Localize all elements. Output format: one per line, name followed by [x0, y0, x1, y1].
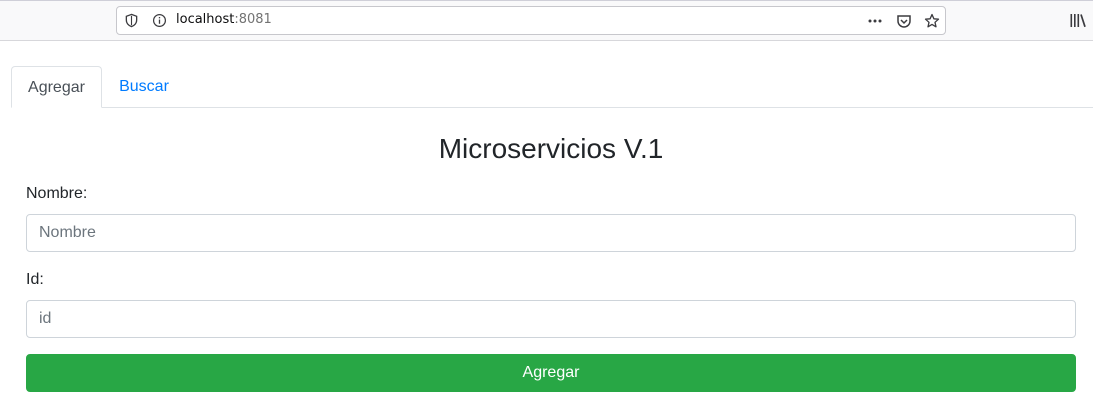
window-edge	[0, 0, 1093, 1]
address-bar[interactable]: localhost:8081	[116, 6, 946, 35]
page-title: Microservicios V.1	[438, 133, 664, 164]
browser-toolbar: localhost:8081	[0, 0, 1093, 41]
tab-buscar[interactable]: Buscar	[102, 66, 186, 108]
library-icon[interactable]	[1069, 12, 1087, 30]
pocket-icon[interactable]	[896, 13, 912, 29]
id-label: Id:	[26, 271, 44, 288]
tab-agregar[interactable]: Agregar	[11, 66, 102, 108]
name-label: Nombre:	[26, 185, 88, 202]
name-input[interactable]	[26, 214, 1076, 252]
url-host: localhost	[176, 12, 235, 27]
agregar-button[interactable]: Agregar	[26, 354, 1076, 392]
shield-icon[interactable]	[124, 13, 139, 28]
id-input[interactable]	[26, 300, 1076, 338]
url-port: :8081	[234, 12, 272, 27]
nav-tabs: Agregar Buscar	[11, 66, 1093, 108]
url-text[interactable]: localhost:8081	[176, 12, 272, 27]
bookmark-star-icon[interactable]	[924, 13, 940, 29]
more-actions-icon[interactable]	[867, 13, 883, 29]
info-icon[interactable]	[152, 13, 167, 28]
